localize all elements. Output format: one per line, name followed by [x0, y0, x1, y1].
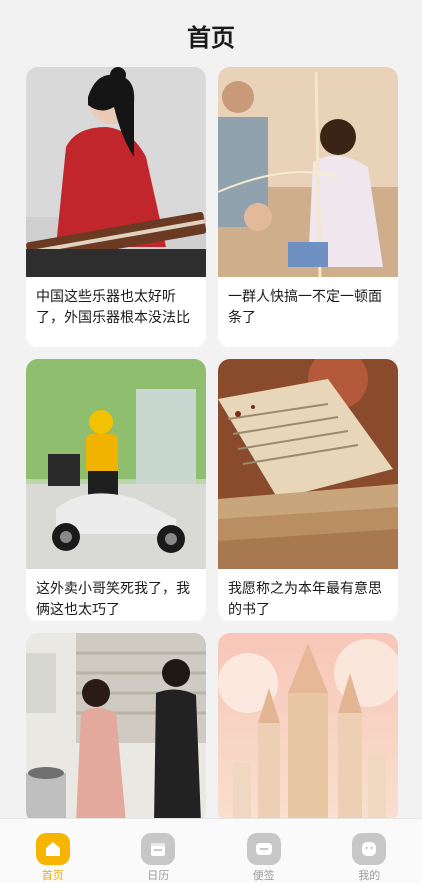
tab-calendar[interactable]: 日历: [106, 819, 212, 883]
card-caption: 我愿称之为本年最有意思的书了: [228, 581, 382, 618]
tab-notes[interactable]: 便签: [211, 819, 317, 883]
feed-card-noodles[interactable]: 一群人快搞一不定一顿面条了: [218, 67, 398, 347]
card-image-guzheng-player: [26, 67, 206, 277]
tab-label: 首页: [41, 869, 64, 882]
bottom-tab-bar: 首页 日历 便签 我的: [0, 818, 422, 883]
home-icon: [35, 833, 70, 865]
tab-label: 日历: [147, 869, 170, 882]
card-image-old-book: [218, 359, 398, 569]
card-image-kitchen: [26, 633, 206, 823]
feed-card-kitchen[interactable]: [26, 633, 206, 823]
calendar-icon: [141, 833, 176, 865]
feed-card-delivery[interactable]: 这外卖小哥笑死我了，我俩这也太巧了: [26, 359, 206, 621]
feed-card-book[interactable]: 我愿称之为本年最有意思的书了: [218, 359, 398, 621]
feed-card-castle[interactable]: [218, 633, 398, 823]
page-title: 首页: [187, 24, 235, 52]
tab-profile[interactable]: 我的: [317, 819, 422, 883]
tab-label: 便签: [252, 869, 275, 882]
card-image-fantasy-castle: [218, 633, 398, 823]
card-caption: 这外卖小哥笑死我了，我俩这也太巧了: [36, 581, 190, 618]
card-caption: 中国这些乐器也太好听了，外国乐器根本没法比: [36, 289, 190, 326]
profile-icon: [352, 833, 387, 865]
card-caption: 一群人快搞一不定一顿面条了: [228, 289, 382, 326]
tab-home[interactable]: 首页: [0, 819, 106, 883]
note-icon: [246, 833, 281, 865]
feed-card-instrument[interactable]: 中国这些乐器也太好听了，外国乐器根本没法比: [26, 67, 206, 347]
tab-label: 我的: [358, 869, 381, 882]
card-image-noodle-group: [218, 67, 398, 277]
card-image-delivery-rider: [26, 359, 206, 569]
